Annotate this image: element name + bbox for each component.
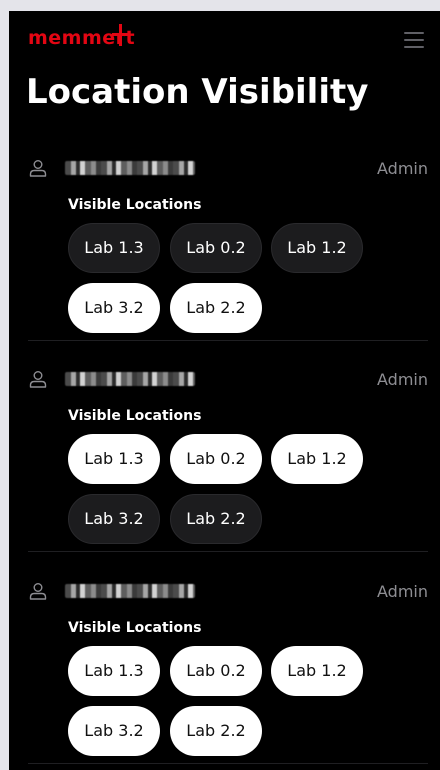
location-chip-lab-2-2[interactable]: Lab 2.2 <box>170 706 262 756</box>
page-title: Location Visibility <box>26 72 369 112</box>
visible-locations-label: Visible Locations <box>68 620 202 636</box>
location-chip-lab-3-2[interactable]: Lab 3.2 <box>68 283 160 333</box>
location-chip-lab-1-2[interactable]: Lab 1.2 <box>271 223 363 273</box>
memmert-logo: memmert <box>28 24 135 49</box>
user-card: Admin Visible Locations Lab 1.3 Lab 0.2 … <box>9 138 440 349</box>
location-chip-lab-1-2[interactable]: Lab 1.2 <box>271 646 363 696</box>
divider <box>28 551 428 552</box>
location-chip-lab-1-2[interactable]: Lab 1.2 <box>271 434 363 484</box>
location-chip-lab-1-3[interactable]: Lab 1.3 <box>68 434 160 484</box>
top-bar: memmert <box>9 11 440 71</box>
user-name-redacted <box>65 584 195 598</box>
user-icon <box>29 371 47 388</box>
user-card: Admin Visible Locations Lab 1.3 Lab 0.2 … <box>9 349 440 560</box>
location-chip-lab-2-2[interactable]: Lab 2.2 <box>170 494 262 544</box>
user-role: Admin <box>377 582 428 601</box>
location-chip-lab-0-2[interactable]: Lab 0.2 <box>170 646 262 696</box>
location-chip-lab-3-2[interactable]: Lab 3.2 <box>68 706 160 756</box>
user-card: Admin Visible Locations Lab 1.3 Lab 0.2 … <box>9 561 440 770</box>
app-window: memmert Location Visibility Admin Visibl… <box>9 11 440 770</box>
visible-locations-label: Visible Locations <box>68 197 202 213</box>
user-icon <box>29 583 47 600</box>
location-chip-lab-1-3[interactable]: Lab 1.3 <box>68 223 160 273</box>
user-name-redacted <box>65 161 195 175</box>
divider <box>28 340 428 341</box>
user-name-redacted <box>65 372 195 386</box>
hamburger-menu-icon[interactable] <box>404 31 426 49</box>
location-chip-lab-3-2[interactable]: Lab 3.2 <box>68 494 160 544</box>
location-chip-lab-1-3[interactable]: Lab 1.3 <box>68 646 160 696</box>
visible-locations-label: Visible Locations <box>68 408 202 424</box>
location-chip-lab-2-2[interactable]: Lab 2.2 <box>170 283 262 333</box>
location-chip-lab-0-2[interactable]: Lab 0.2 <box>170 434 262 484</box>
divider <box>28 763 428 764</box>
location-chip-lab-0-2[interactable]: Lab 0.2 <box>170 223 262 273</box>
user-role: Admin <box>377 159 428 178</box>
user-role: Admin <box>377 370 428 389</box>
user-icon <box>29 160 47 177</box>
